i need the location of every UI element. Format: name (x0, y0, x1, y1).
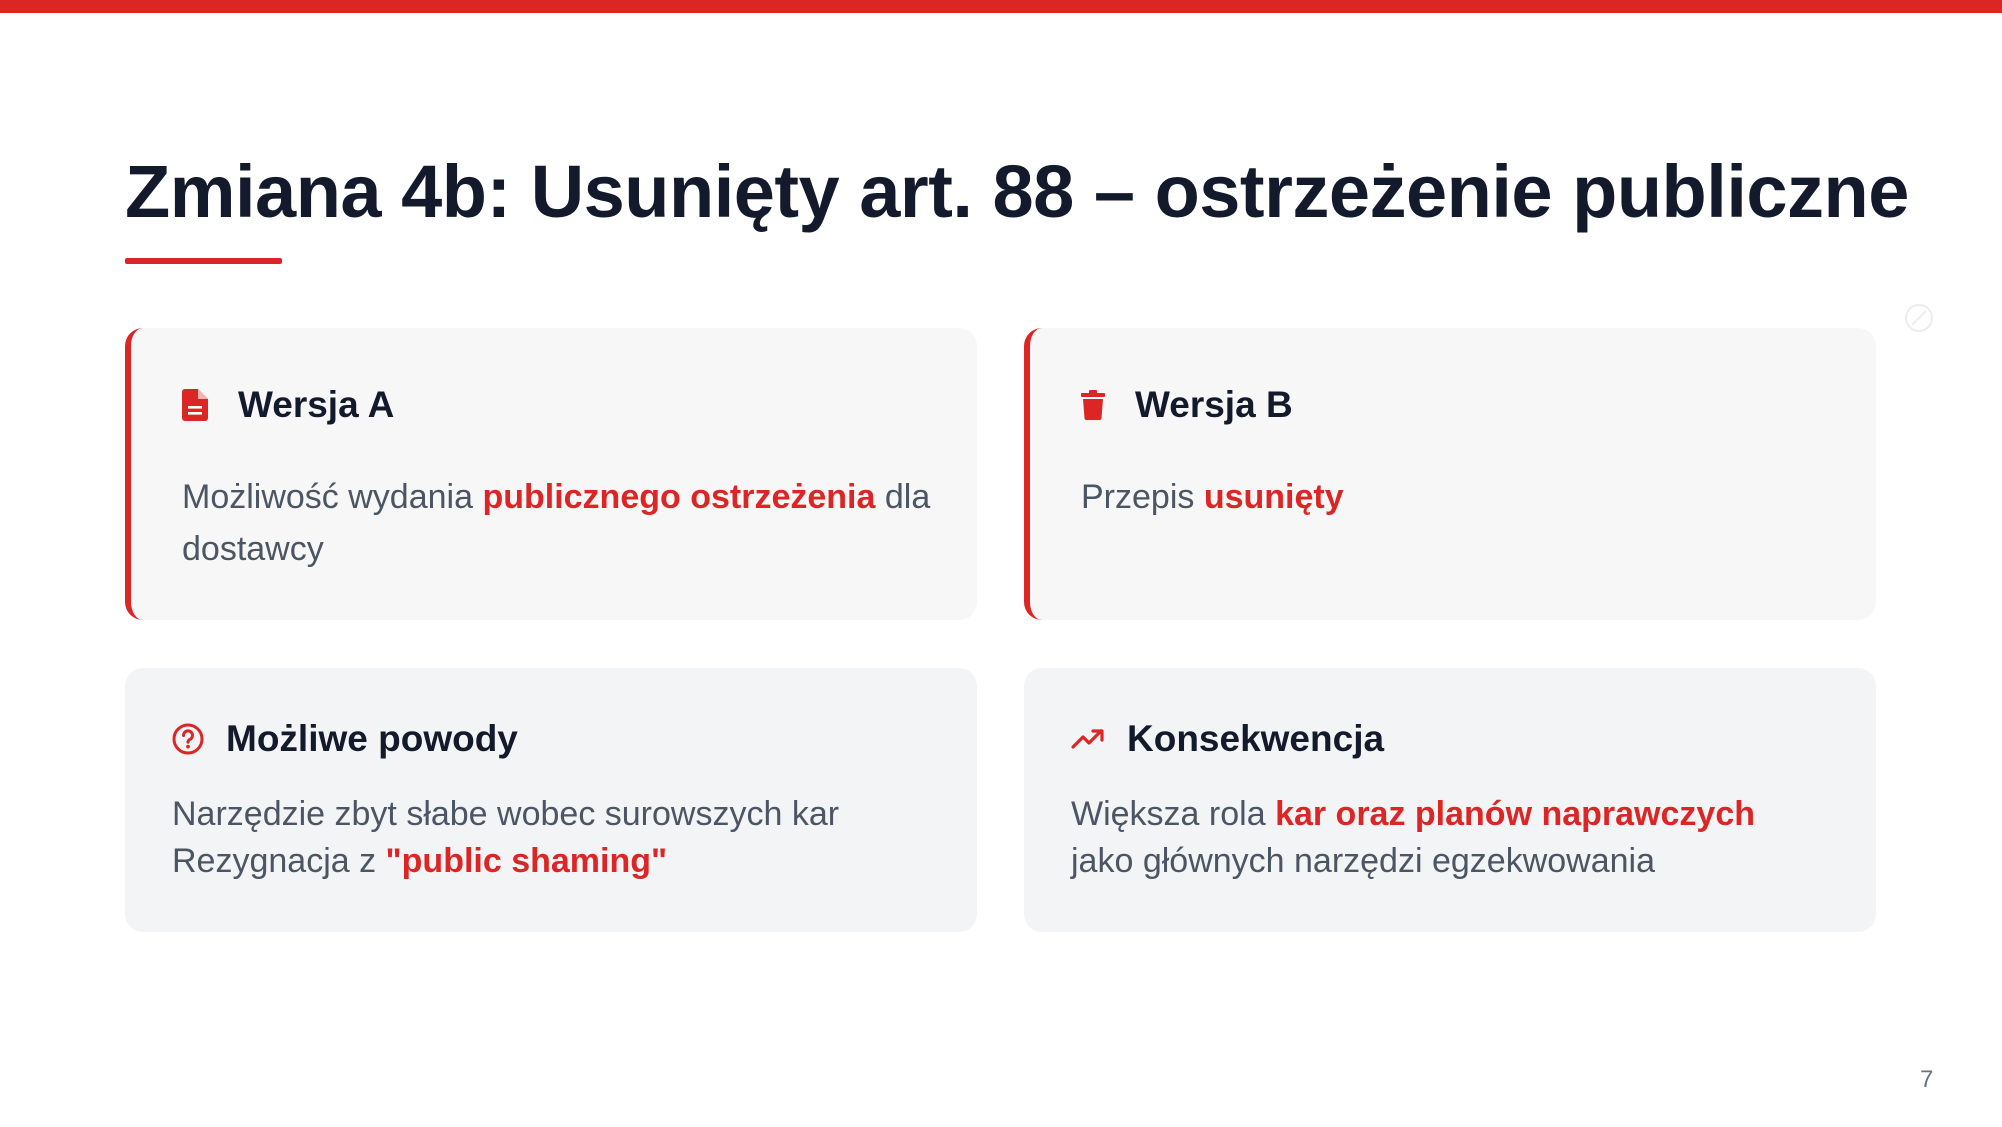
top-accent-bar (0, 0, 2002, 13)
card-body: Przepis usunięty (1081, 471, 1841, 523)
title-underline (125, 258, 282, 264)
body-highlight: usunięty (1203, 478, 1344, 516)
card-heading: Wersja B (1135, 384, 1293, 425)
body-text: Przepis (1081, 478, 1204, 516)
card-version-a: Wersja A Możliwość wydania publicznego o… (125, 328, 977, 620)
card-version-b: Wersja B Przepis usunięty (1024, 328, 1876, 620)
body-text: Narzędzie zbyt słabe wobec surowszych ka… (172, 795, 840, 833)
card-header: Wersja A (182, 384, 394, 426)
file-document-icon (182, 389, 208, 421)
card-body: Możliwość wydania publicznego ostrzeżeni… (182, 471, 942, 575)
card-heading: Możliwe powody (226, 718, 518, 759)
card-consequence: Konsekwencja Większa rola kar oraz planó… (1024, 668, 1876, 932)
question-circle-icon (172, 723, 204, 755)
reason-line: Narzędzie zbyt słabe wobec surowszych ka… (172, 791, 932, 838)
trash-icon (1081, 390, 1105, 420)
body-highlight: publicznego ostrzeżenia (482, 478, 876, 516)
card-possible-reasons: Możliwe powody Narzędzie zbyt słabe wobe… (125, 668, 977, 932)
body-highlight: kar oraz planów naprawczych (1275, 795, 1755, 833)
body-text: Możliwość wydania (182, 478, 483, 516)
card-heading: Wersja A (238, 384, 395, 425)
no-entry-icon (1904, 303, 1934, 333)
card-header: Możliwe powody (172, 718, 518, 760)
slide-title: Zmiana 4b: Usunięty art. 88 – ostrzeżeni… (125, 150, 1909, 233)
card-body: Narzędzie zbyt słabe wobec surowszych ka… (172, 791, 932, 885)
card-body: Większa rola kar oraz planów naprawczych… (1071, 791, 1791, 885)
body-highlight: "public shaming" (385, 842, 668, 880)
trending-up-icon (1071, 728, 1105, 750)
body-text: jako głównych narzędzi egzekwowania (1071, 842, 1655, 880)
card-header: Wersja B (1081, 384, 1293, 426)
reason-line: Rezygnacja z "public shaming" (172, 838, 932, 885)
card-heading: Konsekwencja (1127, 718, 1385, 759)
body-text: Większa rola (1071, 795, 1276, 833)
body-text: Rezygnacja z (172, 842, 386, 880)
page-number: 7 (1920, 1066, 1934, 1093)
card-header: Konsekwencja (1071, 718, 1384, 760)
